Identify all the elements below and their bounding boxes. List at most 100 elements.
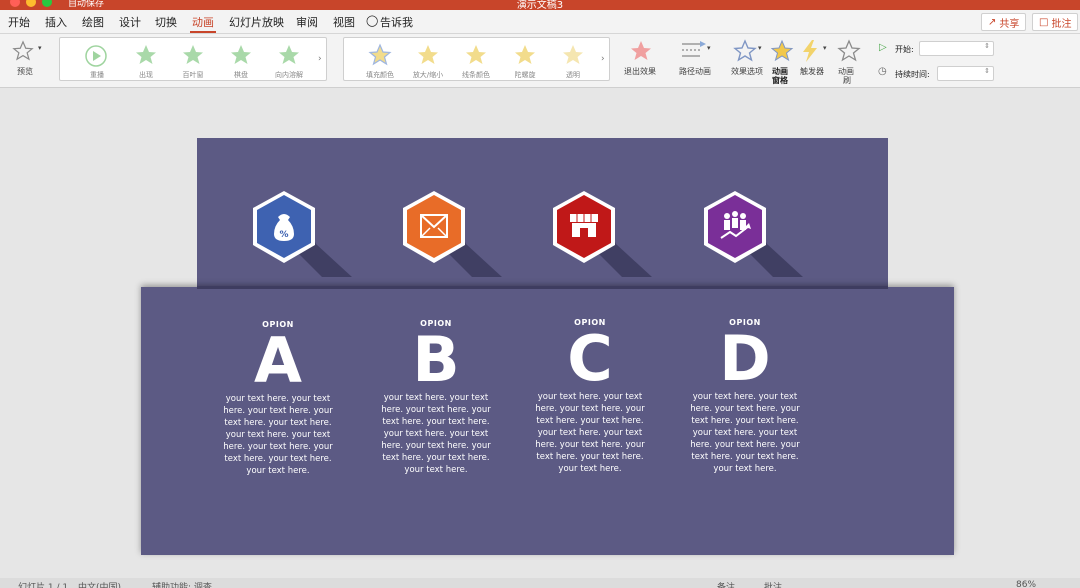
notes-button[interactable]: 备注 [717,580,735,588]
motion-path-icon[interactable] [680,40,708,62]
fill-color-star-icon[interactable] [368,43,392,67]
start-play-icon: ▷ [879,42,887,53]
comments-label: 批注 [1051,18,1072,30]
share-button[interactable]: ↗ 共享 [981,13,1027,31]
path-animation-label[interactable]: 路径动画 [679,66,711,77]
tab-transitions[interactable]: 切换 [155,14,177,30]
line-color-star-icon[interactable] [464,43,488,67]
duration-clock-icon: ◷ [878,66,887,77]
animation-pane-icon[interactable] [770,39,794,63]
lightbulb-icon[interactable]: ◯ [366,14,378,27]
title-bar: 自动保存 演示文稿3 [0,0,1080,10]
hexagon-money-graphic: % [253,191,352,277]
tab-home[interactable]: 开始 [8,14,30,30]
option-c-letter: C [567,322,613,395]
document-title: 演示文稿3 [516,0,564,10]
option-d-body: your text here. your text here. your tex… [690,392,800,474]
gallery1-blinds-label: 百叶窗 [182,71,204,79]
option-a[interactable]: OPION A your text here. your text here. … [218,320,338,477]
grow-shrink-star-icon[interactable] [416,43,440,67]
trigger-label[interactable]: 触发器 [800,66,824,77]
exit-effect-star-icon[interactable] [629,39,653,63]
entrance-effects-gallery[interactable]: 重播 出现 百叶窗 棋盘 向内溶解 › [59,37,327,81]
preview-label: 预览 [17,67,33,76]
duration-label: 持续时间: [895,70,930,79]
exit-effect-label[interactable]: 退出效果 [624,66,656,77]
hexagon-team[interactable] [703,190,803,277]
option-b[interactable]: OPION B your text here. your text here. … [376,319,496,476]
option-a-letter: A [254,324,302,397]
gallery2-grow-shrink-label: 放大/缩小 [412,71,444,79]
comment-icon: □ [1039,16,1049,28]
powerpoint-window: 自动保存 演示文稿3 开始 插入 绘图 设计 切换 动画 幻灯片放映 审阅 视图… [0,0,1080,588]
hexagon-mail-graphic [403,191,502,277]
tab-design[interactable]: 设计 [119,14,141,30]
hexagon-shop[interactable] [552,190,652,277]
gallery2-scroll-icon[interactable]: › [601,54,605,64]
option-b-letter: B [412,323,460,396]
effect-options-label[interactable]: 效果选项 [731,66,763,77]
gallery1-scroll-icon[interactable]: › [318,54,322,64]
shop-icon [570,214,598,237]
hexagon-team-graphic [704,191,803,277]
tab-animations[interactable]: 动画 [192,14,214,30]
gallery2-spin-label: 陀螺旋 [514,71,536,79]
effect-options-dropdown-icon[interactable]: ▾ [758,44,762,52]
accessibility-status[interactable]: 辅助功能: 调查 [152,580,212,588]
duration-stepper-icon[interactable]: ⇕ [984,67,990,75]
duration-input[interactable]: ⇕ [937,66,994,81]
effect-options-icon[interactable] [733,39,757,63]
trigger-lightning-icon[interactable] [800,39,820,63]
animation-painter-icon[interactable] [837,39,861,63]
gallery1-dissolve-label: 向内溶解 [275,71,303,79]
trigger-dropdown-icon[interactable]: ▾ [823,44,827,52]
gallery1-checkerboard-label: 棋盘 [234,71,248,79]
hexagon-mail[interactable] [402,190,502,277]
gallery2-transparency-label: 透明 [566,71,580,79]
tab-slideshow[interactable]: 幻灯片放映 [229,14,284,30]
share-label: 共享 [999,18,1020,30]
hexagon-shop-graphic [553,191,652,277]
animation-pane-label-2[interactable]: 窗格 [772,75,788,86]
option-c[interactable]: OPION C your text here. your text here. … [530,318,650,475]
active-tab-indicator [190,31,216,33]
option-b-body: your text here. your text here. your tex… [381,393,491,475]
tab-insert[interactable]: 插入 [45,14,67,30]
tab-view[interactable]: 视图 [333,14,355,30]
spin-star-icon[interactable] [513,43,537,67]
gallery2-line-color-label: 线条颜色 [462,71,490,79]
motion-path-dropdown-icon[interactable]: ▾ [707,44,711,52]
start-select[interactable]: ⇕ [919,41,994,56]
option-a-body: your text here. your text here. your tex… [223,394,333,476]
preview-star-icon[interactable] [11,40,35,62]
replay-icon[interactable] [84,44,108,68]
start-label: 开始: [895,45,914,54]
slide-editing-area[interactable]: % OPION A your text here. your text here… [0,88,1080,578]
comments-status-button[interactable]: 批注 [764,580,782,588]
gallery2-fill-color-label: 填充颜色 [366,71,394,79]
animation-painter-label-2[interactable]: 刷 [843,75,851,86]
checkerboard-star-icon[interactable] [229,43,253,67]
gallery1-appear-label: 出现 [139,71,153,79]
svg-text:%: % [279,230,288,240]
tell-me-search[interactable]: 告诉我 [380,14,413,30]
preview-dropdown-icon[interactable]: ▾ [38,44,42,52]
status-bar: 幻灯片 1 / 1 中文(中国) 辅助功能: 调查 备注 批注 86% [0,578,1080,588]
slide-count: 幻灯片 1 / 1 [18,583,69,588]
tab-draw[interactable]: 绘图 [82,14,104,30]
zoom-level[interactable]: 86% [1016,580,1036,588]
emphasis-effects-gallery[interactable]: 填充颜色 放大/缩小 线条颜色 陀螺旋 透明 › [343,37,610,81]
menu-bar: 开始 插入 绘图 设计 切换 动画 幻灯片放映 审阅 视图 ◯ 告诉我 ↗ 共享… [0,10,1080,34]
hexagon-money[interactable]: % [252,190,352,277]
appear-star-icon[interactable] [134,43,158,67]
comments-button[interactable]: □ 批注 [1032,13,1079,31]
transparency-star-icon[interactable] [561,43,585,67]
animations-ribbon: ▾ 预览 重播 出现 百叶窗 棋盘 向内溶解 › 填充颜色 放大/缩小 线条颜色… [0,34,1080,88]
option-d[interactable]: OPION D your text here. your text here. … [685,318,805,475]
blinds-star-icon[interactable] [181,43,205,67]
share-icon: ↗ [988,16,997,28]
dissolve-in-star-icon[interactable] [277,43,301,67]
language-indicator[interactable]: 中文(中国) [78,580,121,588]
tab-review[interactable]: 审阅 [296,14,318,30]
start-select-stepper-icon[interactable]: ⇕ [984,42,990,50]
